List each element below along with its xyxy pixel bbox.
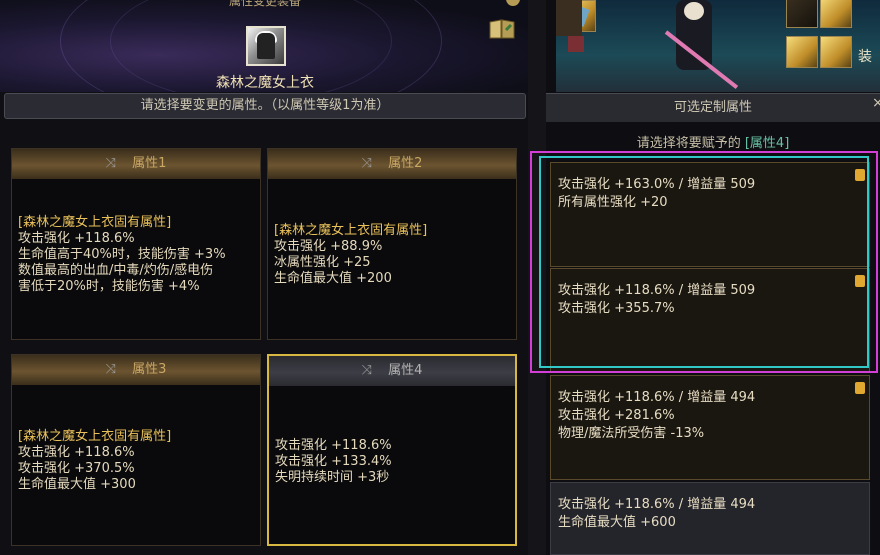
- choose-prompt: 请选择将要赋予的 [属性4]: [546, 132, 880, 151]
- book-icon[interactable]: [488, 18, 516, 40]
- sidebar-tab[interactable]: [556, 0, 582, 36]
- property-2-box[interactable]: ⤨ 属性2 [森林之魔女上衣固有属性] 攻击强化 +88.9% 冰属性强化 +25…: [267, 148, 517, 340]
- property-3-box[interactable]: ⤨ 属性3 [森林之魔女上衣固有属性] 攻击强化 +118.6% 攻击强化 +37…: [11, 354, 261, 546]
- property-3-header: ⤨ 属性3: [12, 355, 260, 385]
- property-1-title: 属性1: [132, 156, 167, 171]
- property-3-line: 攻击强化 +118.6%: [18, 445, 135, 460]
- property-3-title: 属性3: [132, 362, 167, 377]
- equipment-slot[interactable]: [786, 0, 818, 28]
- equipment-slot[interactable]: [820, 0, 852, 28]
- thumb-up-icon: [855, 382, 865, 394]
- property-4-line: 攻击强化 +118.6%: [275, 438, 392, 453]
- character-figure: [676, 0, 712, 70]
- property-1-line: 害低于20%时，技能伤害 +4%: [18, 279, 200, 294]
- property-change-panel: 属性变更装备 森林之魔女上衣 请选择要变更的属性。（以属性等级1为准） ⤨ 属性1…: [0, 0, 530, 555]
- property-4-line: 攻击强化 +133.4%: [275, 454, 392, 469]
- option-card[interactable]: 攻击强化 +118.6% / 增益量 494 攻击强化 +281.6% 物理/魔…: [550, 375, 870, 480]
- property-1-line: 攻击强化 +118.6%: [18, 231, 135, 246]
- highlight-outline-cyan: [539, 156, 869, 368]
- property-4-title: 属性4: [388, 363, 423, 378]
- property-1-line: 生命值高于40%时，技能伤害 +3%: [18, 247, 226, 262]
- prompt-highlight: [属性4]: [744, 136, 790, 151]
- custom-property-header: 可选定制属性: [546, 93, 880, 122]
- equipment-slot[interactable]: [786, 36, 818, 68]
- shuffle-icon: ⤨: [105, 156, 117, 171]
- character-preview: 装: [556, 0, 880, 92]
- option-line: 攻击强化 +118.6% / 增益量 494: [558, 390, 756, 405]
- property-4-box[interactable]: ⤨ 属性4 攻击强化 +118.6% 攻击强化 +133.4% 失明持续时间 +3…: [267, 354, 517, 546]
- gem-icon: [568, 36, 584, 52]
- item-name: 森林之魔女上衣: [216, 75, 314, 91]
- property-2-header: ⤨ 属性2: [268, 149, 516, 179]
- property-2-line: 生命值最大值 +200: [274, 271, 392, 286]
- property-4-header: ⤨ 属性4: [269, 356, 515, 386]
- option-line: 攻击强化 +281.6%: [558, 408, 675, 423]
- shuffle-icon: ⤨: [361, 156, 373, 171]
- property-4-line: 失明持续时间 +3秒: [275, 470, 390, 485]
- item-icon[interactable]: [246, 26, 286, 66]
- property-2-tag: [森林之魔女上衣固有属性]: [274, 223, 428, 238]
- property-3-line: 生命值最大值 +300: [18, 477, 136, 492]
- option-card[interactable]: 攻击强化 +118.6% / 增益量 494 生命值最大值 +600: [550, 482, 870, 555]
- panel-title: 属性变更装备: [228, 0, 301, 8]
- property-2-line: 冰属性强化 +25: [274, 255, 371, 270]
- prompt-text: 请选择将要赋予的: [636, 136, 741, 151]
- instruction-bar: 请选择要变更的属性。（以属性等级1为准）: [4, 93, 526, 119]
- partial-label: 装: [858, 49, 872, 65]
- property-2-line: 攻击强化 +88.9%: [274, 239, 383, 254]
- option-line: 物理/魔法所受伤害 -13%: [558, 426, 705, 441]
- shuffle-icon: ⤨: [105, 362, 117, 377]
- property-3-line: 攻击强化 +370.5%: [18, 461, 135, 476]
- item-banner: 属性变更装备 森林之魔女上衣: [0, 0, 530, 92]
- property-1-box[interactable]: ⤨ 属性1 [森林之魔女上衣固有属性] 攻击强化 +118.6% 生命值高于40%…: [11, 148, 261, 340]
- shuffle-icon: ⤨: [361, 363, 373, 378]
- close-icon[interactable]: ×: [872, 95, 880, 111]
- property-1-header: ⤨ 属性1: [12, 149, 260, 179]
- property-1-line: 数值最高的出血/中毒/灼伤/感电伤: [18, 263, 214, 278]
- property-3-tag: [森林之魔女上衣固有属性]: [18, 429, 172, 444]
- property-1-tag: [森林之魔女上衣固有属性]: [18, 215, 172, 230]
- property-2-title: 属性2: [388, 156, 423, 171]
- option-line: 攻击强化 +118.6% / 增益量 494: [558, 497, 756, 512]
- equipment-slot[interactable]: [820, 36, 852, 68]
- option-line: 生命值最大值 +600: [558, 515, 676, 530]
